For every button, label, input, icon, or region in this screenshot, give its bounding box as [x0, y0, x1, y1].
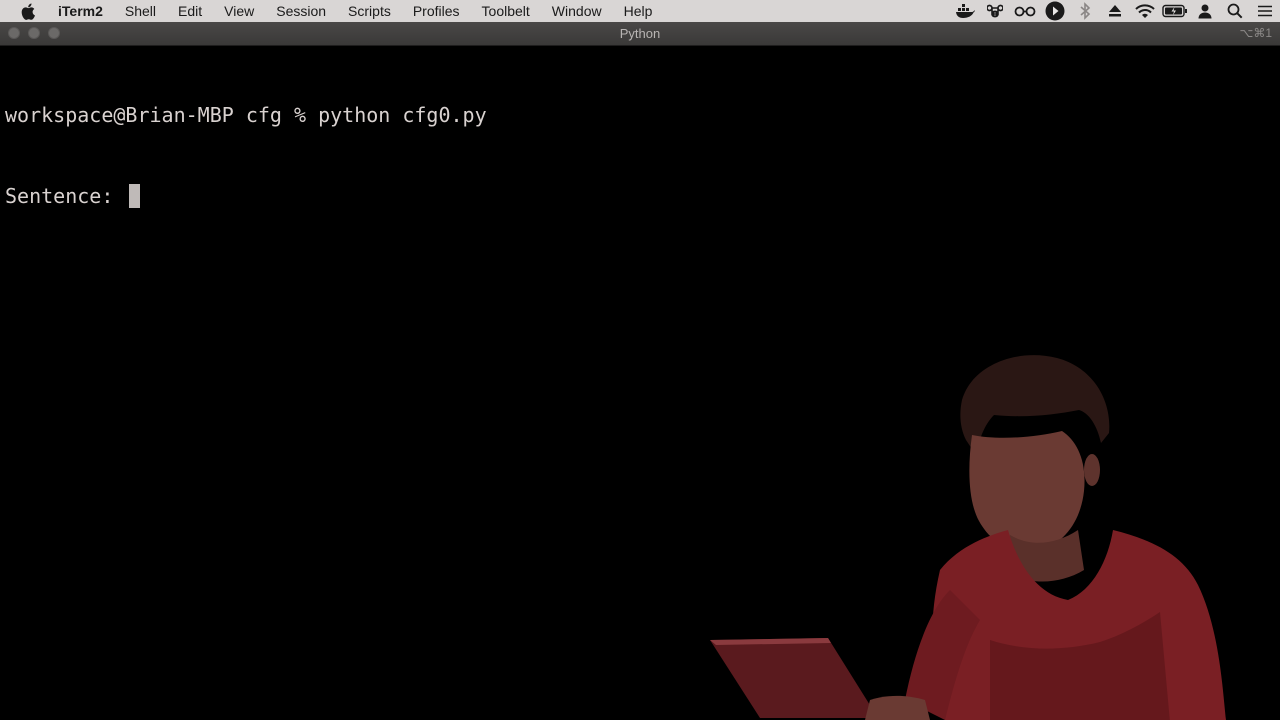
menu-scripts[interactable]: Scripts	[337, 0, 402, 22]
docker-icon[interactable]	[950, 0, 980, 22]
user-icon[interactable]	[1190, 0, 1220, 22]
screen: iTerm2 Shell Edit View Session Scripts P…	[0, 0, 1280, 720]
presenter-hand	[865, 695, 930, 720]
battery-charging-icon[interactable]	[1160, 0, 1190, 22]
eject-icon[interactable]	[1100, 0, 1130, 22]
window-shortcut-label: ⌥⌘1	[1239, 26, 1272, 40]
menu-window[interactable]: Window	[541, 0, 613, 22]
menu-toolbelt[interactable]: Toolbelt	[471, 0, 541, 22]
play-icon[interactable]	[1040, 0, 1070, 22]
menu-help[interactable]: Help	[613, 0, 664, 22]
window-title: Python	[619, 26, 661, 41]
terminal-line: Sentence:	[5, 183, 487, 210]
control-center-icon[interactable]	[1250, 0, 1280, 22]
presenter-photo	[710, 355, 1226, 720]
search-icon[interactable]	[1220, 0, 1250, 22]
bluetooth-icon[interactable]	[1070, 0, 1100, 22]
glasses-icon[interactable]	[1010, 0, 1040, 22]
command-line-text: workspace@Brian-MBP cfg % python cfg0.py	[5, 103, 487, 127]
wifi-icon[interactable]	[1130, 0, 1160, 22]
presenter-face	[969, 431, 1085, 553]
menu-profiles[interactable]: Profiles	[402, 0, 471, 22]
menu-bar: iTerm2 Shell Edit View Session Scripts P…	[0, 0, 1280, 22]
apple-menu-icon[interactable]	[18, 3, 38, 20]
menu-edit[interactable]: Edit	[167, 0, 213, 22]
prompt-text: Sentence:	[5, 184, 126, 208]
menu-view[interactable]: View	[213, 0, 265, 22]
window-title-bar[interactable]: Python ⌥⌘1	[0, 22, 1280, 46]
status-area	[950, 0, 1280, 22]
command-key-icon[interactable]	[980, 0, 1010, 22]
menu-session[interactable]: Session	[265, 0, 337, 22]
menu-shell[interactable]: Shell	[114, 0, 167, 22]
presenter-laptop	[710, 638, 878, 718]
terminal-line: workspace@Brian-MBP cfg % python cfg0.py	[5, 102, 487, 129]
terminal-pane[interactable]: workspace@Brian-MBP cfg % python cfg0.py…	[5, 48, 487, 264]
presenter-ear	[1084, 454, 1100, 486]
text-cursor	[129, 184, 141, 208]
menu-app-iterm2[interactable]: iTerm2	[52, 0, 114, 22]
